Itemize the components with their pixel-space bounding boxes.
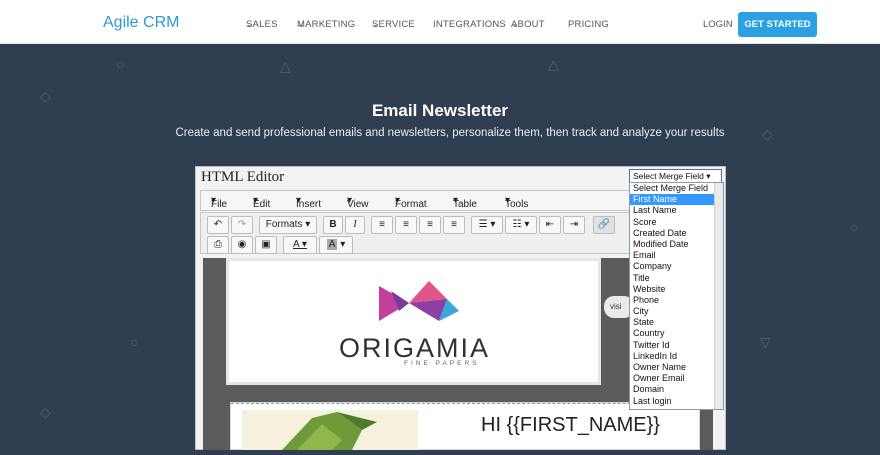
triangle-decoration-icon: △ [548, 56, 559, 72]
align-justify-icon[interactable]: ≡ [443, 216, 465, 234]
undo-icon[interactable]: ↶ [207, 216, 229, 234]
dropdown-option[interactable]: Country [630, 328, 723, 339]
nav-integrations[interactable]: INTEGRATIONS [433, 19, 506, 30]
menu-edit[interactable]: Edit ▾ [253, 195, 270, 210]
dropdown-option[interactable]: Modified Date [630, 239, 723, 250]
dropdown-option[interactable]: Company [630, 261, 723, 272]
background-color-icon[interactable]: A ▾ [319, 236, 353, 254]
origamia-logo-icon [379, 281, 459, 321]
hero-title: Email Newsletter [371, 101, 509, 120]
dropdown-option[interactable]: State [630, 317, 723, 328]
align-right-icon[interactable]: ≡ [419, 216, 441, 234]
print-icon[interactable]: ⎙ [207, 236, 229, 254]
menu-format[interactable]: Format ▾ [395, 195, 427, 210]
dropdown-option[interactable]: Email [630, 250, 723, 261]
dropdown-option[interactable]: Owner Name [630, 362, 723, 373]
preview-icon[interactable]: ◉ [231, 236, 253, 254]
align-left-icon[interactable]: ≡ [371, 216, 393, 234]
media-icon[interactable]: ▣ [255, 236, 277, 254]
link-icon[interactable]: 🔗 [593, 216, 615, 234]
dropdown-option[interactable]: Twitter Id [630, 340, 723, 351]
menu-insert[interactable]: Insert ▾ [296, 195, 321, 210]
greeting-heading: HI {{FIRST_NAME}} [481, 414, 660, 436]
brand-logo[interactable]: Agile CRM [103, 14, 179, 32]
redo-icon[interactable]: ↷ [231, 216, 253, 234]
triangle-decoration-icon: ▽ [760, 334, 771, 350]
nav-service[interactable]: SERVICE ⌄ [372, 19, 415, 30]
dropdown-option[interactable]: Owner Email [630, 373, 723, 384]
hero-subtitle: Create and send professional emails and … [175, 127, 725, 139]
text-color-icon[interactable]: A ▾ [283, 236, 317, 254]
outdent-icon[interactable]: ⇤ [539, 216, 561, 234]
nav-marketing[interactable]: MARKETING ⌄ [297, 19, 355, 30]
italic-icon[interactable]: I [345, 216, 365, 234]
bold-icon[interactable]: B [323, 216, 343, 234]
dropdown-option[interactable]: Score [630, 217, 723, 228]
nav-pricing[interactable]: PRICING [568, 19, 609, 30]
nav-sales[interactable]: SALES ⌄ [246, 19, 277, 30]
menu-file[interactable]: File ▾ [211, 195, 227, 210]
dropdown-option[interactable]: Last login [630, 396, 723, 407]
dropdown-option[interactable]: Website [630, 284, 723, 295]
circle-decoration-icon: ○ [116, 56, 125, 72]
bullet-list-icon[interactable]: ☰ ▾ [471, 216, 503, 234]
dropdown-option[interactable]: LinkedIn Id [630, 351, 723, 362]
dropdown-scrollbar[interactable] [714, 183, 723, 409]
dropdown-option[interactable]: Domain [630, 384, 723, 395]
menu-table[interactable]: Table ▾ [453, 195, 477, 210]
dropdown-option[interactable]: Created Date [630, 228, 723, 239]
merge-field-select[interactable]: Select Merge Field ▾ [629, 169, 722, 183]
circle-decoration-icon: ○ [850, 219, 859, 235]
login-link[interactable]: LOGIN [703, 19, 733, 30]
nav-about[interactable]: ABOUT ⌄ [511, 19, 545, 30]
circle-decoration-icon: ○ [130, 334, 139, 350]
indent-icon[interactable]: ⇥ [563, 216, 585, 234]
triangle-decoration-icon: △ [280, 58, 291, 74]
editor-title: HTML Editor [201, 169, 285, 185]
frog-image [242, 410, 418, 450]
diamond-decoration-icon: ◇ [40, 404, 51, 420]
merge-field-dropdown[interactable]: Select Merge Field First Name Last Name … [629, 182, 724, 410]
dropdown-option[interactable]: City [630, 306, 723, 317]
dropdown-option[interactable]: Last Name [630, 205, 723, 216]
get-started-button[interactable]: GET STARTED [738, 12, 817, 37]
top-navigation: Agile CRM SALES ⌄ MARKETING ⌄ SERVICE ⌄ … [0, 0, 880, 44]
formats-dropdown[interactable]: Formats ▾ [259, 216, 317, 234]
menu-tools[interactable]: Tools ▾ [505, 195, 528, 210]
numbered-list-icon[interactable]: ☷ ▾ [505, 216, 537, 234]
dropdown-option[interactable]: Phone [630, 295, 723, 306]
dropdown-option[interactable]: Title [630, 273, 723, 284]
logo-block[interactable]: ORIGAMIA FINE PAPERS [226, 258, 601, 385]
menu-view[interactable]: View ▾ [347, 195, 369, 210]
dropdown-option[interactable]: Select Merge Field [630, 183, 723, 194]
brand-tagline: FINE PAPERS [404, 360, 480, 367]
align-center-icon[interactable]: ≡ [395, 216, 417, 234]
dropdown-option-selected[interactable]: First Name [630, 194, 723, 206]
origami-frog-icon [282, 412, 377, 450]
